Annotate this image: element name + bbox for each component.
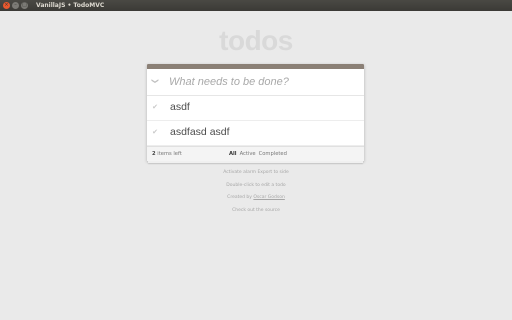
filters: All Active Completed (229, 151, 287, 157)
credit-prefix: Created by (227, 195, 254, 200)
todo-count-suffix: items left (155, 151, 182, 157)
filter-active[interactable]: Active (240, 151, 256, 157)
maximize-window-button[interactable]: □ (21, 2, 28, 9)
info-line-credit: Created by Oscar Godson (0, 195, 512, 200)
check-icon[interactable]: ✔ (151, 103, 159, 111)
todo-label[interactable]: asdfasd asdf (170, 126, 230, 138)
info-line-hint: Activate alarm Export to side (223, 170, 289, 175)
app-title: todos (219, 25, 293, 56)
source-link[interactable]: Check out the source (0, 208, 512, 213)
info-line-edit: Double-click to edit a todo (226, 183, 286, 188)
todo-footer: 2 items left All Active Completed (147, 146, 364, 161)
todo-app: ❯ ✔ asdf ✔ asdfasd asdf 2 items left All… (147, 64, 364, 161)
todo-label[interactable]: asdf (170, 101, 190, 113)
window-title: VanillaJS • TodoMVC (36, 2, 105, 9)
todo-item[interactable]: ✔ asdf (147, 96, 364, 121)
new-todo-input[interactable] (169, 69, 359, 95)
check-icon[interactable]: ✔ (151, 128, 159, 136)
close-window-button[interactable]: × (3, 2, 10, 9)
filter-completed[interactable]: Completed (259, 151, 287, 157)
toggle-all-icon[interactable]: ❯ (151, 78, 159, 84)
new-todo-row: ❯ (147, 69, 364, 96)
filter-all[interactable]: All (229, 151, 237, 157)
minimize-window-button[interactable]: – (12, 2, 19, 9)
todo-count: 2 items left (152, 151, 182, 157)
window-titlebar: × – □ VanillaJS • TodoMVC (0, 0, 512, 11)
author-link[interactable]: Oscar Godson (253, 195, 284, 200)
todo-item[interactable]: ✔ asdfasd asdf (147, 121, 364, 146)
